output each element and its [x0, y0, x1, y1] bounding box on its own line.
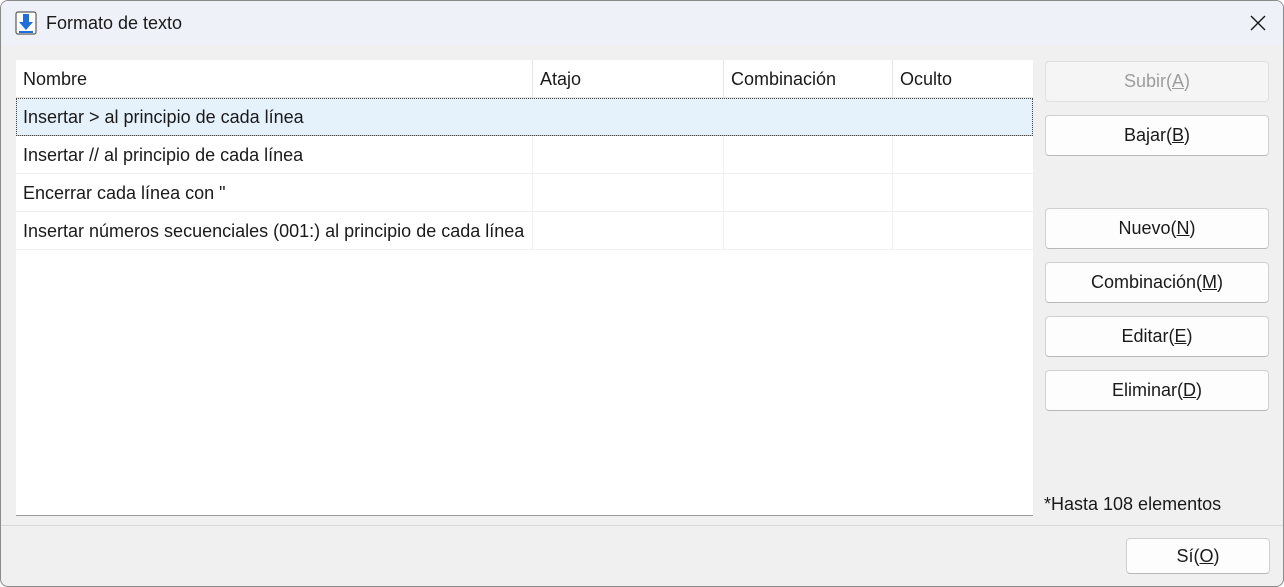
row-shortcut-cell	[533, 212, 724, 249]
delete-button[interactable]: Eliminar(D)	[1045, 370, 1269, 411]
row-hidden-cell	[893, 174, 1033, 211]
move-up-button[interactable]: Subir(A)	[1045, 61, 1269, 102]
edit-button[interactable]: Editar(E)	[1045, 316, 1269, 357]
column-header-name[interactable]: Nombre	[16, 60, 533, 97]
dialog-window: Formato de texto Nombre Atajo Combinació…	[0, 0, 1284, 587]
row-name-cell: Encerrar cada línea con "	[16, 174, 533, 211]
footer-divider	[1, 525, 1283, 526]
table-row[interactable]: Insertar // al principio de cada línea	[16, 136, 1033, 174]
combination-button[interactable]: Combinación(M)	[1045, 262, 1269, 303]
download-arrow-icon	[15, 11, 37, 35]
row-shortcut-cell	[533, 174, 724, 211]
column-header-combination[interactable]: Combinación	[724, 60, 893, 97]
row-hidden-cell	[893, 212, 1033, 249]
move-down-button[interactable]: Bajar(B)	[1045, 115, 1269, 156]
row-shortcut-cell	[533, 98, 724, 135]
row-combination-cell	[724, 174, 893, 211]
title-bar: Formato de texto	[1, 1, 1283, 45]
window-title: Formato de texto	[46, 13, 183, 33]
row-combination-cell	[724, 136, 893, 173]
close-button[interactable]	[1233, 1, 1283, 45]
row-name-cell: Insertar > al principio de cada línea	[23, 107, 304, 127]
list-header: Nombre Atajo Combinación Oculto	[16, 60, 1033, 98]
row-hidden-cell	[893, 98, 1033, 135]
row-shortcut-cell	[533, 136, 724, 173]
item-limit-note: *Hasta 108 elementos	[1044, 494, 1222, 514]
column-header-hidden[interactable]: Oculto	[893, 60, 1033, 97]
row-name-cell: Insertar números secuenciales (001:) al …	[16, 212, 533, 249]
table-row[interactable]: Encerrar cada línea con "	[16, 174, 1033, 212]
ok-button[interactable]: Sí(O)	[1126, 538, 1270, 574]
row-name-cell: Insertar // al principio de cada línea	[16, 136, 533, 173]
row-hidden-cell	[893, 136, 1033, 173]
row-combination-cell	[724, 212, 893, 249]
format-list[interactable]: Nombre Atajo Combinación Oculto Insertar…	[16, 60, 1033, 516]
new-button[interactable]: Nuevo(N)	[1045, 208, 1269, 249]
table-row[interactable]: Insertar números secuenciales (001:) al …	[16, 212, 1033, 250]
column-header-shortcut[interactable]: Atajo	[533, 60, 724, 97]
close-icon	[1250, 15, 1266, 31]
table-row[interactable]: Insertar > al principio de cada línea	[16, 98, 1033, 136]
row-combination-cell	[724, 98, 893, 135]
